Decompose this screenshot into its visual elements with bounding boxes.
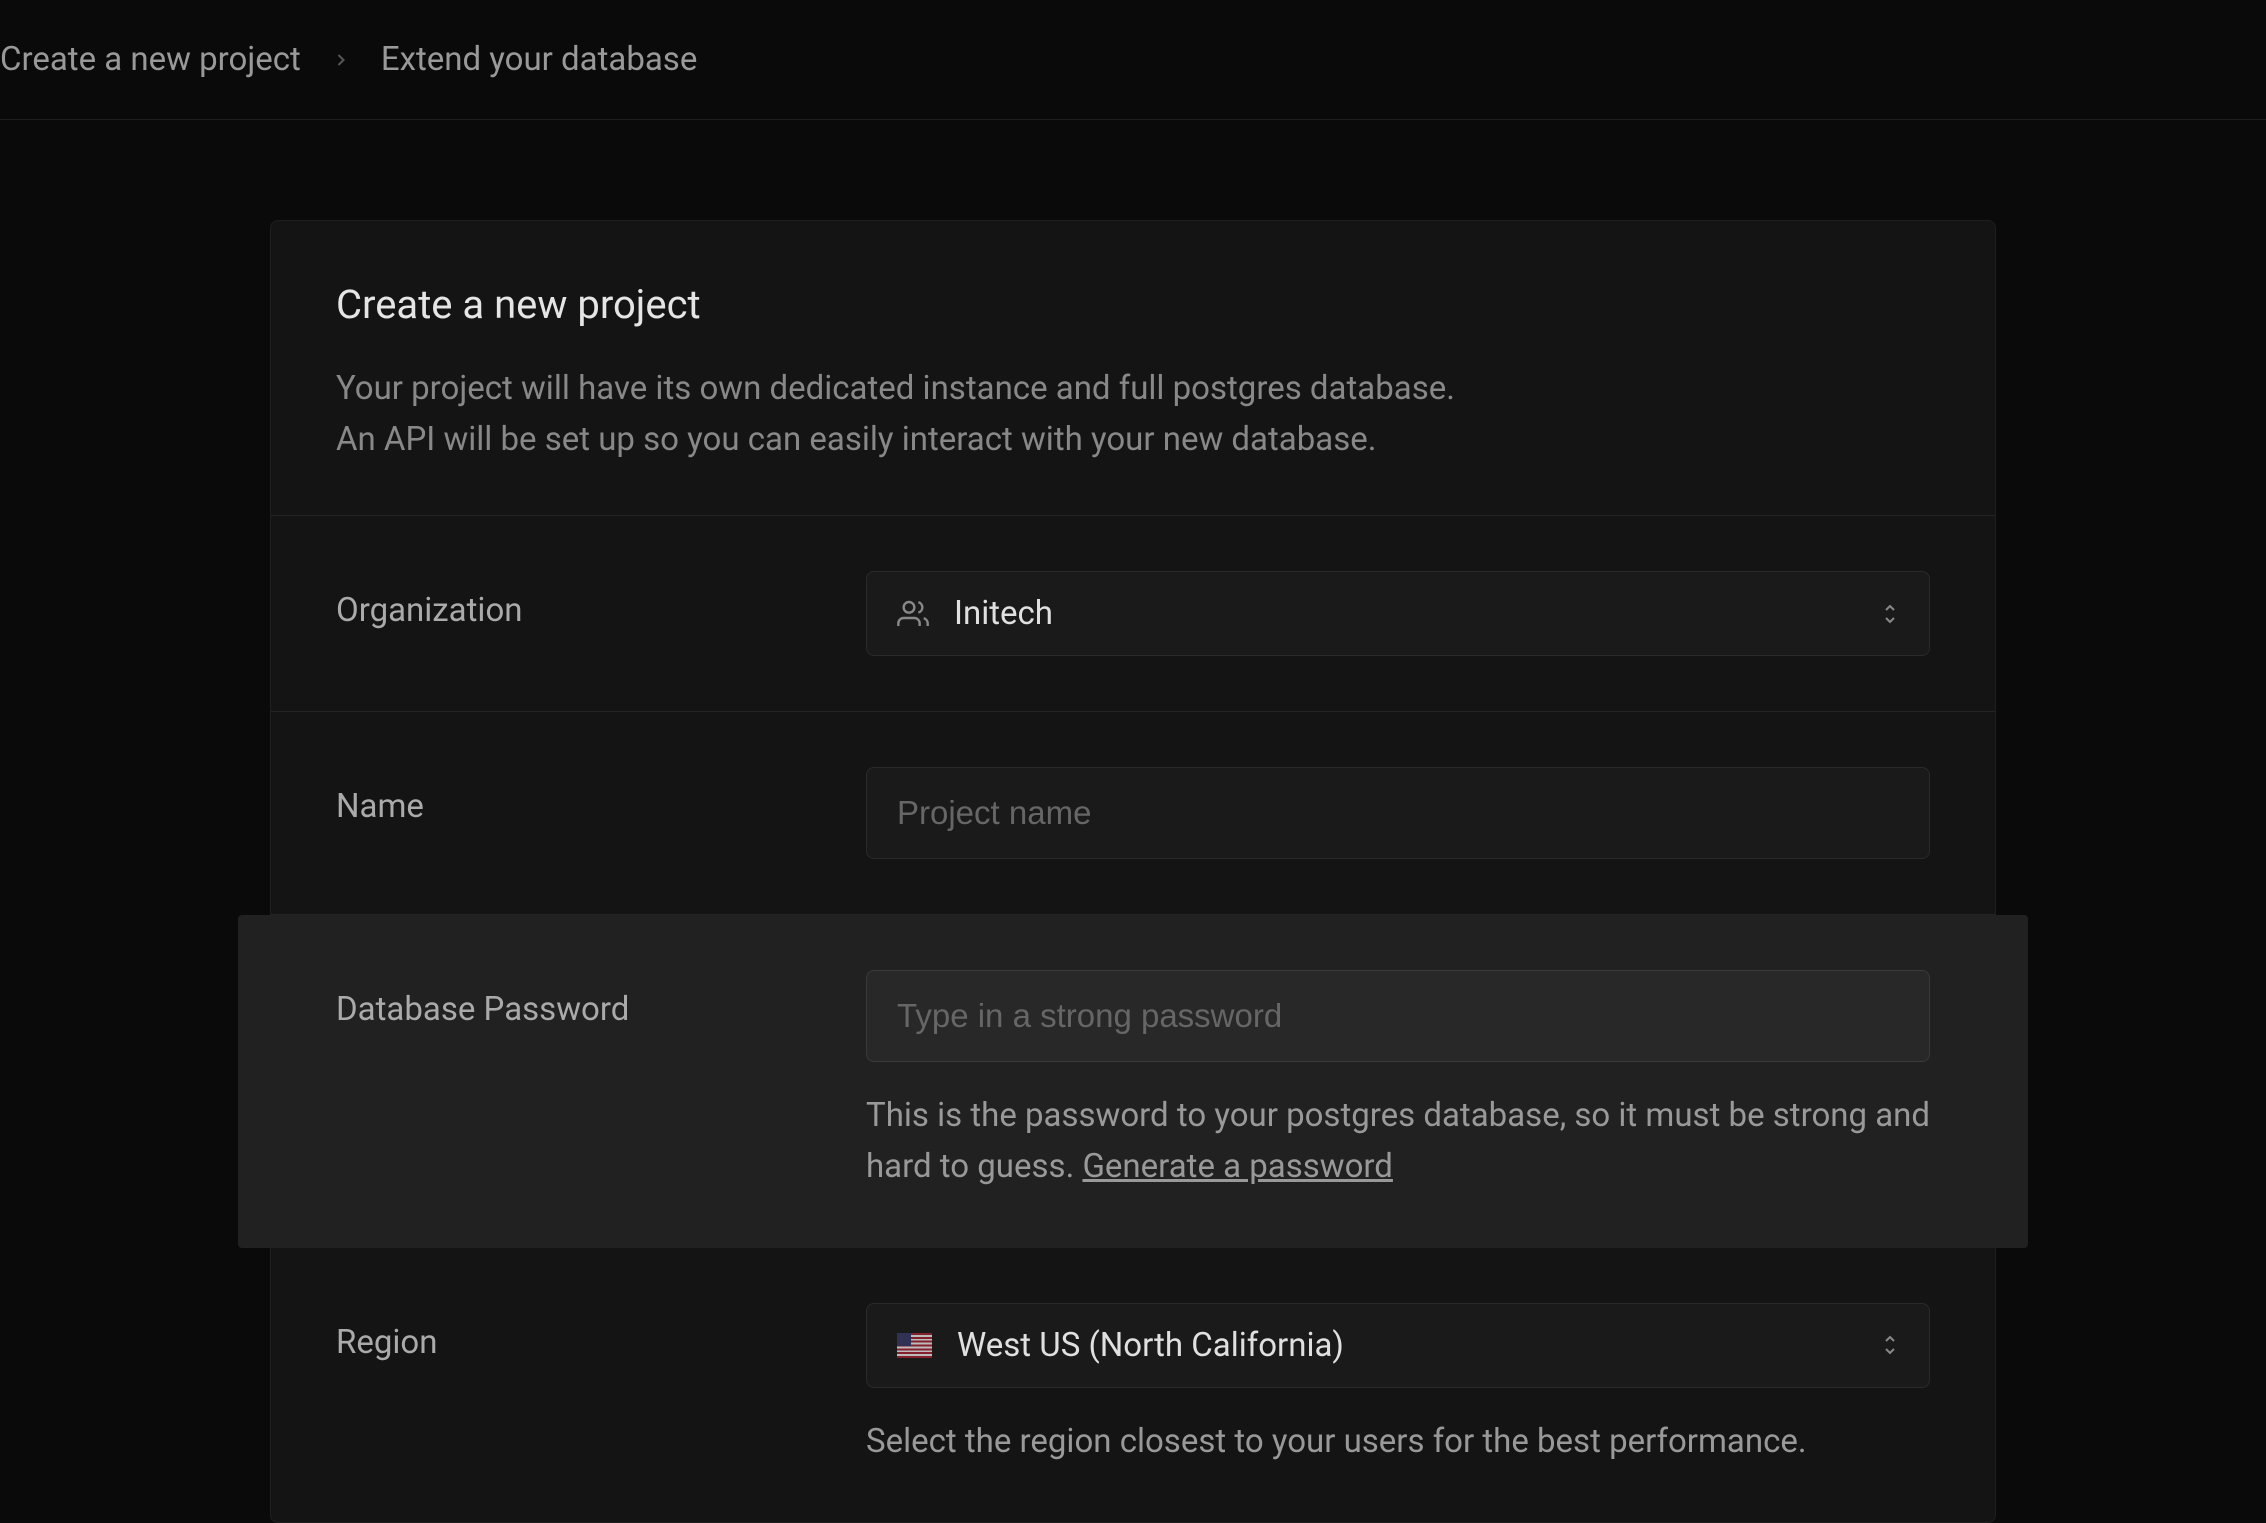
region-control-wrapper: West US (North California) Select the re…: [866, 1303, 1930, 1467]
breadcrumb-item-extend[interactable]: Extend your database: [381, 40, 698, 79]
name-input[interactable]: [866, 767, 1930, 859]
page-title: Create a new project: [336, 281, 1930, 328]
form-row-password: Database Password This is the password t…: [238, 915, 2028, 1247]
password-input[interactable]: [866, 970, 1930, 1062]
organization-label: Organization: [336, 571, 866, 630]
name-label: Name: [336, 767, 866, 826]
name-control-wrapper: [866, 767, 1930, 859]
region-label: Region: [336, 1303, 866, 1362]
breadcrumb: Create a new project Extend your databas…: [0, 0, 2266, 120]
password-helper-text: This is the password to your postgres da…: [866, 1090, 1930, 1192]
form-row-organization: Organization Initech: [271, 516, 1995, 712]
page-description: Your project will have its own dedicated…: [336, 363, 1930, 465]
organization-value: Initech: [954, 594, 1881, 633]
organization-control-wrapper: Initech: [866, 571, 1930, 656]
password-label: Database Password: [336, 970, 866, 1029]
form-card: Create a new project Your project will h…: [270, 220, 1996, 1523]
generate-password-link[interactable]: Generate a password: [1082, 1147, 1392, 1186]
chevron-right-icon: [331, 50, 351, 70]
form-header: Create a new project Your project will h…: [271, 221, 1995, 515]
region-select[interactable]: West US (North California): [866, 1303, 1930, 1388]
breadcrumb-item-create[interactable]: Create a new project: [0, 40, 301, 79]
region-helper-text: Select the region closest to your users …: [866, 1416, 1930, 1467]
form-row-name: Name: [271, 712, 1995, 915]
chevron-up-down-icon: [1881, 602, 1899, 626]
region-value: West US (North California): [957, 1326, 1881, 1365]
users-icon: [897, 598, 929, 630]
flag-us-icon: [897, 1333, 932, 1358]
main-container: Create a new project Your project will h…: [0, 120, 2266, 1523]
form-row-region: Region West US (North California) Select…: [271, 1248, 1995, 1522]
form-section: Organization Initech: [271, 515, 1995, 1521]
chevron-up-down-icon: [1881, 1333, 1899, 1357]
password-control-wrapper: This is the password to your postgres da…: [866, 970, 1930, 1192]
organization-select[interactable]: Initech: [866, 571, 1930, 656]
